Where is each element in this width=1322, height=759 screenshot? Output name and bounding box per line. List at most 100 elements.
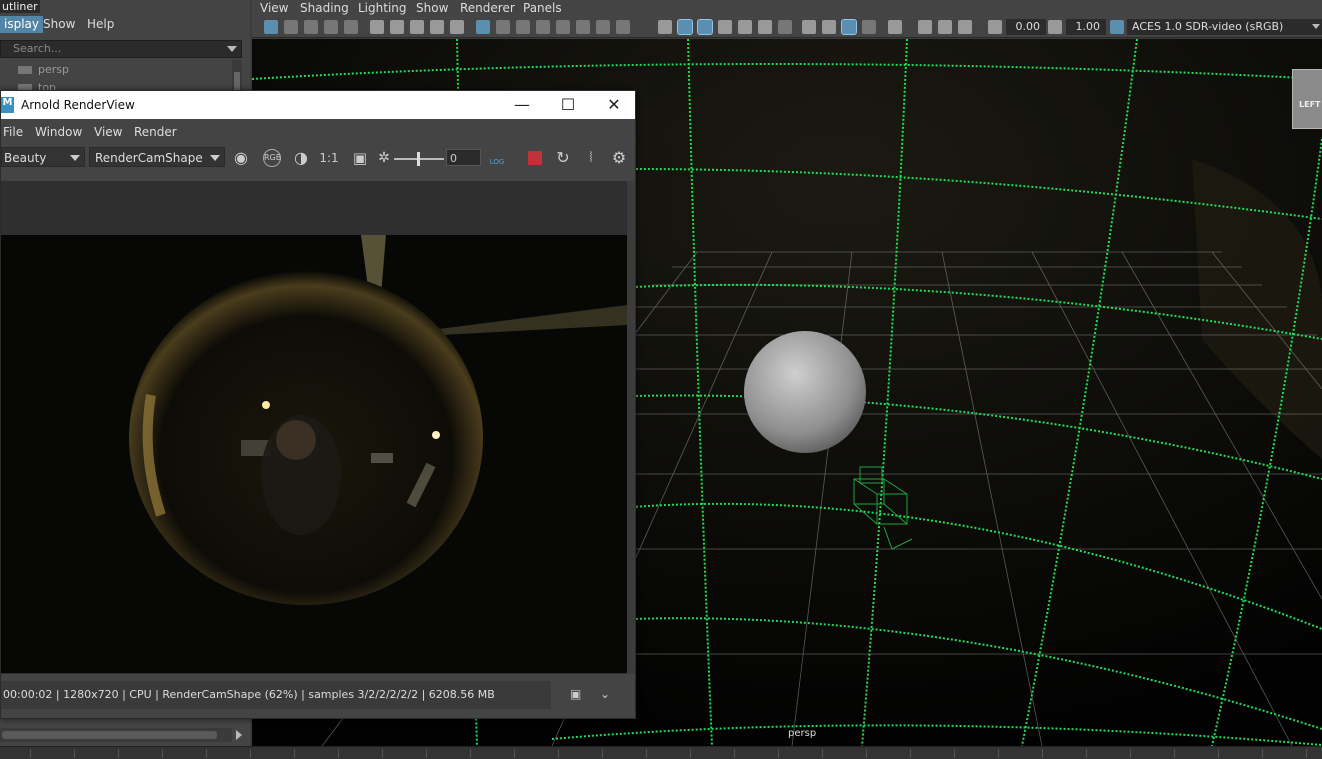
slider-knob[interactable] [417,152,420,166]
safe-action-icon[interactable] [596,20,610,34]
arnold-menu-render[interactable]: Render [134,125,177,139]
channel-display-icon[interactable]: ◉ [232,149,250,167]
field-chart-icon[interactable] [576,20,590,34]
exposure-slider[interactable] [394,152,444,166]
minimize-button[interactable]: — [499,91,545,119]
checker-background-icon[interactable]: ◑ [292,149,310,167]
anti-aliasing-icon[interactable] [841,19,857,35]
gear-icon[interactable]: ⚙ [610,149,628,167]
gamma-icon[interactable] [1048,20,1062,34]
chevron-down-icon[interactable]: ⌄ [600,687,610,701]
brush-icon[interactable] [450,20,464,34]
chevron-down-icon[interactable] [227,46,237,52]
camera-select[interactable]: RenderCamShape [89,147,225,167]
wireframe-icon[interactable] [658,20,672,34]
chevron-down-icon[interactable] [210,155,220,161]
close-button[interactable]: ✕ [591,91,637,119]
arnold-menu-file[interactable]: File [3,125,23,139]
sphere-object[interactable] [744,331,866,453]
xray-joints-icon[interactable] [918,20,932,34]
exposure-icon[interactable]: ✲ [375,149,393,167]
textured-icon[interactable] [738,20,752,34]
arnold-renderview-window[interactable]: M Arnold RenderView — ☐ ✕ File Window Vi… [0,90,636,719]
timeline-strip[interactable] [0,746,1322,759]
resolution-gate-icon[interactable] [536,20,550,34]
timeline-tick [382,749,383,758]
outliner-horizontal-scrollbar[interactable] [0,728,242,742]
camera-attributes-icon[interactable] [284,20,298,34]
snapshot-camera-icon[interactable]: ▣ [570,687,581,701]
smooth-shade-icon[interactable] [677,19,693,35]
xray-active-icon[interactable] [938,20,952,34]
render-vertical-scrollbar[interactable] [627,181,635,674]
outliner-menu-display[interactable]: isplay [0,16,43,33]
timeline-tick [558,749,559,758]
select-camera-icon[interactable] [264,20,278,34]
motion-blur-icon[interactable] [822,20,836,34]
pan-zoom-icon[interactable] [476,20,490,34]
image-plane-icon[interactable] [324,20,338,34]
outliner-menu-help[interactable]: Help [83,16,118,33]
view-cube[interactable]: LEFT [1292,69,1322,129]
exposure-value-field[interactable]: 0 [446,149,481,166]
outliner-vertical-scrollbar[interactable] [232,60,242,92]
camera-bookmark-icon[interactable] [390,20,404,34]
isolate-select-icon[interactable] [888,20,902,34]
timeline-tick [426,749,427,758]
safe-title-icon[interactable] [616,20,630,34]
refresh-render-icon[interactable]: ↻ [554,149,572,167]
timeline-tick [118,749,119,758]
aov-value: Beauty [4,151,47,165]
scrollbar-thumb[interactable] [234,72,240,90]
bookmark-icon[interactable] [304,20,318,34]
scrollbar-thumb[interactable] [2,731,217,739]
film-gate-icon[interactable] [516,20,530,34]
gamma-field[interactable]: 1.00 [1066,19,1106,35]
frame-all-icon[interactable]: ▣ [351,149,369,167]
ipr-icon[interactable]: ⦚ [582,149,600,167]
two-d-pan-icon[interactable] [344,20,358,34]
outliner-item-persp[interactable]: persp [18,61,69,79]
window-titlebar[interactable]: M Arnold RenderView — ☐ ✕ [1,91,635,119]
gate-mask-icon[interactable] [556,20,570,34]
arnold-menu-window[interactable]: Window [35,125,82,139]
arnold-menu-view[interactable]: View [94,125,122,139]
viewport-menu-panels[interactable]: Panels [523,0,562,16]
aov-select[interactable]: Beauty [1,147,85,167]
stop-render-button[interactable] [528,151,542,165]
timeline-tick [74,749,75,758]
timeline-tick [646,749,647,758]
camera-move-icon[interactable] [430,20,444,34]
zoom-one-to-one-button[interactable]: 1:1 [319,149,339,167]
outliner-menu-show[interactable]: Show [39,16,79,33]
outliner-title: utliner [0,0,40,13]
grease-pencil-icon[interactable] [370,20,384,34]
shadows-icon[interactable] [778,20,792,34]
viewport-menu-lighting[interactable]: Lighting [358,0,407,16]
viewport-menu-shading[interactable]: Shading [300,0,349,16]
component-xray-icon[interactable] [958,20,972,34]
color-management-icon[interactable] [1110,20,1124,34]
exposure-icon[interactable] [988,20,1002,34]
depth-of-field-icon[interactable] [862,20,876,34]
chevron-down-icon[interactable] [1312,24,1320,29]
viewport-menu-renderer[interactable]: Renderer [460,0,515,16]
outliner-search-input[interactable]: Search... [0,40,242,58]
ambient-occlusion-icon[interactable] [802,20,816,34]
rgb-channel-button[interactable]: RGB [263,149,281,167]
use-all-lights-icon[interactable] [758,20,772,34]
log-button[interactable]: LOG [488,149,506,167]
exposure-field[interactable]: 0.00 [1006,19,1046,35]
lock-camera-icon[interactable] [410,20,424,34]
chevron-down-icon[interactable] [70,155,80,161]
xray-icon[interactable] [718,20,732,34]
scroll-right-arrow-icon[interactable] [236,730,242,740]
timeline-tick [998,749,999,758]
viewport-menu-view[interactable]: View [260,0,288,16]
grid-icon[interactable] [496,20,510,34]
maximize-button[interactable]: ☐ [545,91,591,119]
wireframe-on-shaded-icon[interactable] [697,19,713,35]
viewport-menu-show[interactable]: Show [416,0,448,16]
render-image-area[interactable] [1,181,627,674]
view-transform-select[interactable]: ACES 1.0 SDR-video (sRGB) [1127,19,1322,35]
